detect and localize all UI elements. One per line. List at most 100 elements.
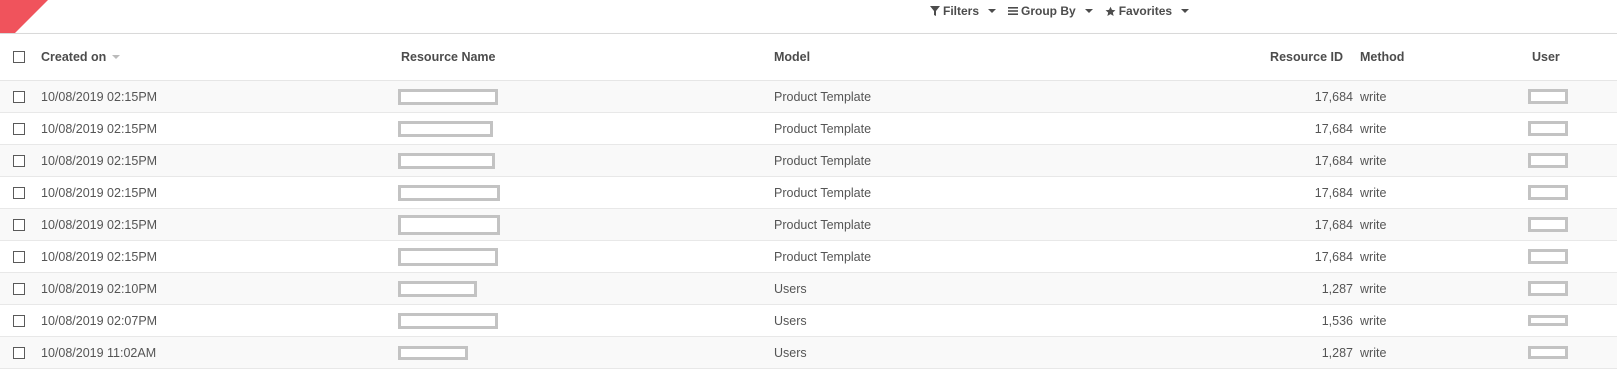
user-cell bbox=[1528, 113, 1568, 144]
user-cell bbox=[1528, 337, 1568, 368]
table-row[interactable]: 10/08/2019 02:07PM Users 1,536 write bbox=[0, 305, 1617, 337]
model-cell: Product Template bbox=[774, 153, 872, 168]
method-cell: write bbox=[1360, 345, 1387, 360]
table-row[interactable]: 10/08/2019 02:15PM Product Template 17,6… bbox=[0, 209, 1617, 241]
model-cell: Product Template bbox=[774, 185, 872, 200]
filters-label: Filters bbox=[943, 4, 980, 18]
table-row[interactable]: 10/08/2019 02:15PM Product Template 17,6… bbox=[0, 241, 1617, 273]
user-cell bbox=[1528, 145, 1568, 176]
resource-name-cell bbox=[398, 305, 498, 336]
column-label: Resource Name bbox=[401, 50, 496, 64]
redacted-text bbox=[398, 312, 498, 329]
created-on-cell: 10/08/2019 02:15PM bbox=[41, 89, 158, 104]
created-on-cell: 10/08/2019 02:15PM bbox=[41, 121, 158, 136]
redacted-text bbox=[398, 184, 500, 201]
filter-icon bbox=[930, 6, 940, 16]
row-checkbox[interactable] bbox=[13, 90, 25, 103]
model-cell: Product Template bbox=[774, 89, 872, 104]
row-checkbox[interactable] bbox=[13, 346, 25, 359]
resource-name-cell bbox=[398, 209, 500, 240]
created-on-cell: 10/08/2019 02:15PM bbox=[41, 249, 158, 264]
redacted-text bbox=[1528, 185, 1568, 200]
model-cell: Users bbox=[774, 313, 807, 328]
resource-name-cell bbox=[398, 113, 493, 144]
created-on-cell: 10/08/2019 02:15PM bbox=[41, 217, 158, 232]
column-header-created-on[interactable]: Created on bbox=[41, 34, 121, 80]
redacted-text bbox=[398, 345, 468, 360]
group-by-dropdown[interactable]: Group By bbox=[1008, 4, 1093, 18]
redacted-text bbox=[398, 280, 477, 297]
user-cell bbox=[1528, 241, 1568, 272]
column-header-resource-name[interactable]: Resource Name bbox=[398, 34, 496, 80]
sort-down-icon bbox=[112, 55, 121, 59]
redacted-text bbox=[1528, 281, 1568, 296]
column-header-resource-id[interactable]: Resource ID bbox=[1230, 34, 1343, 80]
select-all-checkbox[interactable] bbox=[13, 51, 25, 63]
table-header: Created on Resource Name Model Resource … bbox=[0, 33, 1617, 81]
table-row[interactable]: 10/08/2019 11:02AM Users 1,287 write bbox=[0, 337, 1617, 369]
redacted-text bbox=[1528, 217, 1568, 232]
model-cell: Users bbox=[774, 345, 807, 360]
model-cell: Users bbox=[774, 281, 807, 296]
row-checkbox[interactable] bbox=[13, 282, 25, 295]
row-checkbox[interactable] bbox=[13, 314, 25, 327]
method-cell: write bbox=[1360, 185, 1387, 200]
redacted-text bbox=[1528, 249, 1568, 264]
table-row[interactable]: 10/08/2019 02:15PM Product Template 17,6… bbox=[0, 81, 1617, 113]
user-cell bbox=[1528, 209, 1568, 240]
list-icon bbox=[1008, 7, 1019, 15]
redacted-text bbox=[1528, 121, 1568, 136]
resource-name-cell bbox=[398, 273, 477, 304]
user-cell bbox=[1528, 81, 1568, 112]
redacted-text bbox=[398, 247, 498, 266]
row-checkbox[interactable] bbox=[13, 218, 25, 231]
audit-log-table: Created on Resource Name Model Resource … bbox=[0, 33, 1617, 369]
row-checkbox[interactable] bbox=[13, 122, 25, 135]
row-checkbox[interactable] bbox=[13, 154, 25, 167]
filters-dropdown[interactable]: Filters bbox=[930, 4, 997, 18]
method-cell: write bbox=[1360, 121, 1387, 136]
table-row[interactable]: 10/08/2019 02:10PM Users 1,287 write bbox=[0, 273, 1617, 305]
resource-name-cell bbox=[398, 177, 500, 208]
resource-id-cell: 1,287 bbox=[1321, 345, 1353, 360]
created-on-cell: 10/08/2019 02:07PM bbox=[41, 313, 158, 328]
redacted-text bbox=[398, 214, 500, 235]
redacted-text bbox=[1528, 315, 1568, 326]
resource-id-cell: 17,684 bbox=[1314, 89, 1353, 104]
table-body: 10/08/2019 02:15PM Product Template 17,6… bbox=[0, 81, 1617, 369]
method-cell: write bbox=[1360, 281, 1387, 296]
method-cell: write bbox=[1360, 153, 1387, 168]
column-header-method[interactable]: Method bbox=[1360, 34, 1404, 80]
method-cell: write bbox=[1360, 217, 1387, 232]
table-row[interactable]: 10/08/2019 02:15PM Product Template 17,6… bbox=[0, 145, 1617, 177]
column-label: Created on bbox=[41, 50, 107, 64]
resource-name-cell bbox=[398, 145, 495, 176]
redacted-text bbox=[398, 152, 495, 169]
favorites-dropdown[interactable]: Favorites bbox=[1105, 4, 1190, 18]
resource-id-cell: 17,684 bbox=[1314, 217, 1353, 232]
user-cell bbox=[1528, 305, 1568, 336]
column-label: Resource ID bbox=[1270, 50, 1343, 64]
table-row[interactable]: 10/08/2019 02:15PM Product Template 17,6… bbox=[0, 113, 1617, 145]
star-icon bbox=[1105, 6, 1116, 16]
method-cell: write bbox=[1360, 89, 1387, 104]
model-cell: Product Template bbox=[774, 249, 872, 264]
search-options-bar: Filters Group By Favorites bbox=[930, 2, 1190, 20]
row-checkbox[interactable] bbox=[13, 186, 25, 199]
column-header-model[interactable]: Model bbox=[774, 34, 810, 80]
chevron-down-icon bbox=[1181, 9, 1190, 13]
model-cell: Product Template bbox=[774, 121, 872, 136]
column-label: Method bbox=[1360, 50, 1405, 64]
row-checkbox[interactable] bbox=[13, 250, 25, 263]
table-row[interactable]: 10/08/2019 02:15PM Product Template 17,6… bbox=[0, 177, 1617, 209]
redacted-text bbox=[398, 120, 493, 137]
resource-id-cell: 17,684 bbox=[1314, 153, 1353, 168]
resource-id-cell: 1,287 bbox=[1321, 281, 1353, 296]
created-on-cell: 10/08/2019 02:15PM bbox=[41, 185, 158, 200]
column-header-user[interactable]: User bbox=[1532, 34, 1560, 80]
model-cell: Product Template bbox=[774, 217, 872, 232]
created-on-cell: 10/08/2019 11:02AM bbox=[41, 345, 157, 360]
chevron-down-icon bbox=[988, 9, 997, 13]
resource-name-cell bbox=[398, 337, 468, 368]
favorites-label: Favorites bbox=[1118, 4, 1173, 18]
